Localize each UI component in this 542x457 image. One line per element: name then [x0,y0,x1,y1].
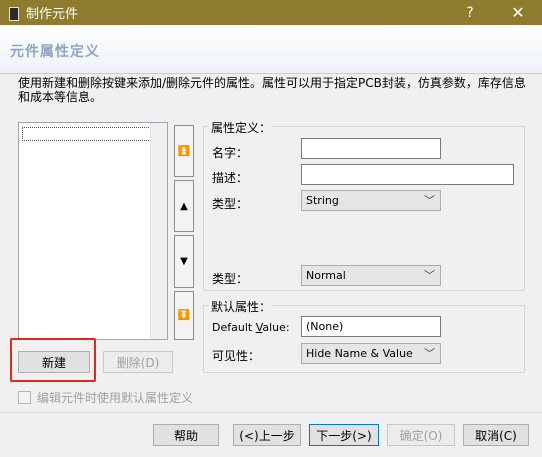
next-button[interactable]: 下一步(>) [309,424,379,446]
description-input[interactable] [301,164,514,185]
double-up-arrow-icon: ⏫ [177,145,191,157]
property-list[interactable] [18,122,168,340]
instructions-text: 使用新建和删除按键来添加/删除元件的属性。属性可以用于指定PCB封装，仿真参数，… [18,76,526,104]
type-select-value: String [306,194,339,207]
default-attributes-legend: 默认属性： [209,298,274,315]
type2-label: 类型： [212,272,249,286]
close-icon[interactable]: ✕ [498,0,538,25]
down-arrow-icon: ▼ [180,256,188,267]
list-item[interactable] [22,127,155,141]
ok-button[interactable]: 确定(O) [387,424,455,446]
chevron-down-icon: ﹀ [424,269,435,282]
move-to-bottom-button[interactable]: ⏬ [174,291,194,340]
type2-select-value: Normal [306,269,346,282]
default-value-label: Default Value: [212,321,290,334]
description-label: 描述： [212,171,249,185]
chevron-down-icon: ﹀ [424,194,435,207]
type2-select[interactable]: Normal ﹀ [301,265,441,286]
help-button[interactable]: 帮助 [153,424,219,446]
up-arrow-icon: ▲ [180,200,188,212]
list-scrollbar[interactable] [150,123,167,339]
move-up-button[interactable]: ▲ [174,180,194,232]
wizard-header: 元件属性定义 [0,25,542,74]
use-default-definition-label: 编辑元件时使用默认属性定义 [37,391,194,405]
help-icon[interactable]: ? [450,0,490,25]
visibility-select[interactable]: Hide Name & Value ﹀ [301,343,441,364]
visibility-select-value: Hide Name & Value [306,347,413,360]
type-label: 类型： [212,197,249,211]
move-to-top-button[interactable]: ⏫ [174,125,194,177]
property-definition-legend: 属性定义： [209,119,274,136]
cancel-button[interactable]: 取消(C) [463,424,529,446]
page-title: 元件属性定义 [10,44,100,60]
title-bar: 制作元件 ? ✕ [0,0,542,25]
new-button-highlight [10,338,96,382]
name-input[interactable] [301,138,441,159]
window-title: 制作元件 [26,7,79,22]
default-value-input[interactable]: (None) [301,316,441,337]
back-button[interactable]: (<)上一步 [233,424,301,446]
move-down-button[interactable]: ▼ [174,235,194,288]
double-down-arrow-icon: ⏬ [177,310,191,321]
type-select[interactable]: String ﹀ [301,190,441,211]
use-default-definition-option[interactable]: 编辑元件时使用默认属性定义 [18,389,193,406]
use-default-definition-checkbox[interactable] [18,391,31,404]
delete-button[interactable]: 删除(D) [103,351,173,373]
component-chip-icon [6,5,20,21]
name-label: 名字： [212,146,249,160]
chevron-down-icon: ﹀ [424,347,435,360]
visibility-label: 可见性： [212,349,261,363]
